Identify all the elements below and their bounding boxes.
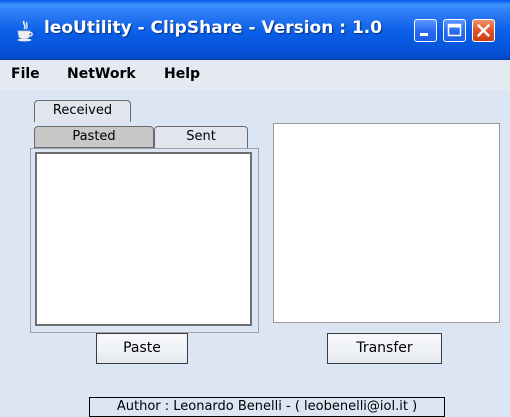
transfer-text-area[interactable] [273,123,500,323]
menu-file[interactable]: File [11,66,40,82]
close-icon [477,24,490,37]
menu-bar: File NetWork Help [0,60,510,90]
java-cup-icon[interactable] [15,20,35,42]
maximize-icon [447,23,462,37]
maximize-button[interactable] [443,19,466,42]
app-window: leoUtility - ClipShare - Version : 1.0 F… [0,0,510,417]
minimize-button[interactable] [414,19,437,42]
content-area: Received Pasted Sent Paste Transfer Auth… [0,90,510,417]
transfer-button[interactable]: Transfer [327,333,442,364]
menu-help[interactable]: Help [164,66,200,82]
pasted-text-area[interactable] [35,152,252,326]
tab-sent[interactable]: Sent [154,126,248,148]
minimize-icon [420,33,428,36]
tab-received[interactable]: Received [34,100,131,122]
tab-pasted[interactable]: Pasted [34,126,154,148]
author-label: Author : Leonardo Benelli - ( leobenelli… [89,397,445,417]
title-bar[interactable]: leoUtility - ClipShare - Version : 1.0 [0,0,510,60]
paste-button[interactable]: Paste [96,333,188,364]
close-button[interactable] [472,19,495,42]
window-title: leoUtility - ClipShare - Version : 1.0 [44,18,383,38]
menu-network[interactable]: NetWork [67,66,136,82]
